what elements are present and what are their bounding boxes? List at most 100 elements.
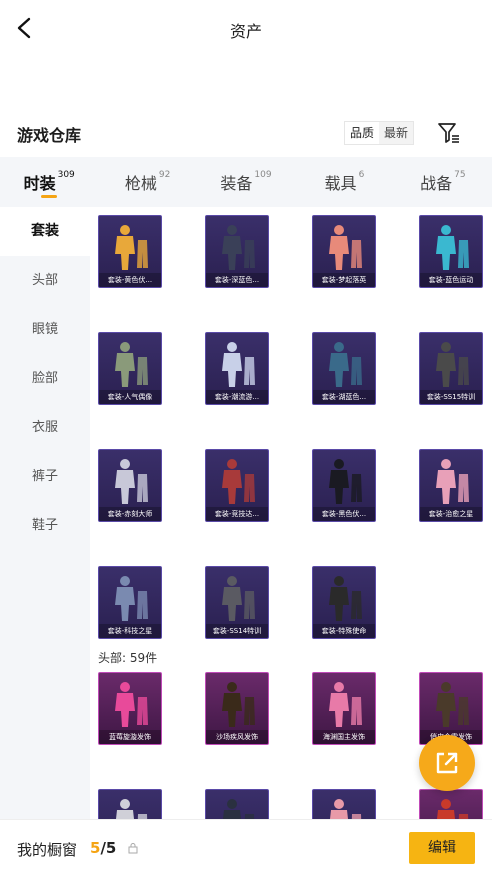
- showcase-count: 5/5: [90, 839, 116, 857]
- tab-vehicles[interactable]: 载具 6: [295, 157, 393, 207]
- item-label: 套装-潮流游...: [206, 390, 268, 404]
- item-label: 海渊国主发饰: [313, 730, 375, 744]
- item-image: [115, 342, 148, 387]
- sort-by-quality[interactable]: 品质: [345, 122, 380, 144]
- showcase-used: 5: [90, 839, 101, 857]
- item-image: [222, 459, 255, 504]
- tab-count: 309: [57, 170, 75, 180]
- tab-label: 装备: [220, 174, 253, 193]
- sidebar: 套装 头部 眼镜 脸部 衣服 裤子 鞋子: [0, 207, 90, 819]
- suit-item[interactable]: 套装-深蓝色...: [205, 215, 269, 288]
- suit-item[interactable]: 套装-赤刻大师: [98, 449, 162, 522]
- tab-fashion[interactable]: 时装 309: [0, 157, 98, 207]
- head-item[interactable]: [205, 789, 269, 819]
- suit-item[interactable]: 套装-科技之星: [98, 566, 162, 639]
- suit-item[interactable]: 套装-治愈之星: [419, 449, 483, 522]
- suit-item[interactable]: 套装-SS14特训: [205, 566, 269, 639]
- sidebar-item-shoes[interactable]: 鞋子: [0, 501, 90, 550]
- item-label: 套装-梦起落英: [313, 273, 375, 287]
- item-image: [222, 342, 255, 387]
- sidebar-item-pants[interactable]: 裤子: [0, 452, 90, 501]
- warehouse-title: 游戏仓库: [17, 126, 82, 145]
- suit-item[interactable]: 套装-人气偶像: [98, 332, 162, 405]
- item-label: 套装-SS15特训: [420, 390, 482, 404]
- item-image: [222, 682, 255, 727]
- tab-count: 6: [358, 170, 365, 180]
- page-title: 资产: [229, 22, 262, 41]
- item-image: [329, 682, 362, 727]
- item-image: [223, 799, 255, 819]
- item-label: 套装-赤刻大师: [99, 507, 161, 521]
- item-image: [329, 459, 362, 504]
- tab-count: 75: [454, 170, 466, 180]
- item-image: [115, 225, 148, 270]
- tab-count: 92: [158, 170, 171, 180]
- head-item[interactable]: 海渊国主发饰: [312, 672, 376, 745]
- item-image: [115, 682, 148, 727]
- item-label: 套装-特殊使命: [313, 624, 375, 638]
- tab-label: 战备: [420, 174, 453, 193]
- item-label: 套装-治愈之星: [420, 507, 482, 521]
- share-icon: [436, 752, 458, 774]
- head-item[interactable]: [312, 789, 376, 819]
- item-image: [329, 576, 362, 621]
- item-grid[interactable]: 头部: 59件 套装-黄色伏... 套装-深蓝色... 套装-梦起落英 套装-蓝色运动…: [90, 207, 492, 819]
- tab-label: 载具: [324, 174, 357, 193]
- item-image: [436, 459, 469, 504]
- tab-guns[interactable]: 枪械 92: [98, 157, 196, 207]
- sort-by-newest[interactable]: 最新: [379, 122, 413, 144]
- sidebar-item-head[interactable]: 头部: [0, 256, 90, 305]
- suit-item[interactable]: 套装-潮流游...: [205, 332, 269, 405]
- tab-label: 时装: [23, 174, 56, 193]
- filter-button[interactable]: [436, 120, 462, 146]
- item-image: [329, 225, 362, 270]
- tab-count: 109: [254, 170, 272, 180]
- tab-label: 枪械: [124, 174, 157, 193]
- item-image: [115, 459, 148, 504]
- item-label: 套装-SS14特训: [206, 624, 268, 638]
- suit-item[interactable]: 套装-梦起落英: [312, 215, 376, 288]
- suit-item[interactable]: 套装-黄色伏...: [98, 215, 162, 288]
- item-image: [116, 799, 148, 819]
- sort-toggle[interactable]: 品质 最新: [344, 121, 415, 145]
- sidebar-item-glasses[interactable]: 眼镜: [0, 305, 90, 354]
- item-image: [436, 682, 469, 727]
- showcase-bar: 我的橱窗 5/5 编辑: [0, 819, 492, 876]
- sidebar-item-face[interactable]: 脸部: [0, 354, 90, 403]
- suit-item[interactable]: 套装-湖蓝色...: [312, 332, 376, 405]
- item-label: 套装-竞技达...: [206, 507, 268, 521]
- share-button[interactable]: [419, 735, 475, 791]
- item-image: [222, 576, 255, 621]
- active-tab-indicator: [41, 195, 58, 198]
- item-image: [437, 799, 469, 819]
- head-item[interactable]: [98, 789, 162, 819]
- item-image: [330, 799, 362, 819]
- head-item[interactable]: 沙场疾风发饰: [205, 672, 269, 745]
- item-label: 沙场疾风发饰: [206, 730, 268, 744]
- sidebar-item-suits[interactable]: 套装: [0, 207, 90, 256]
- suit-item[interactable]: 套装-蓝色运动: [419, 215, 483, 288]
- item-image: [436, 342, 469, 387]
- suit-item[interactable]: 套装-特殊使命: [312, 566, 376, 639]
- category-tabs: 时装 309 枪械 92 装备 109 载具 6 战备 75: [0, 157, 492, 207]
- item-label: 套装-人气偶像: [99, 390, 161, 404]
- tab-equipment[interactable]: 装备 109: [197, 157, 295, 207]
- item-label: 套装-黑色伏...: [313, 507, 375, 521]
- sidebar-item-clothes[interactable]: 衣服: [0, 403, 90, 452]
- item-label: 套装-湖蓝色...: [313, 390, 375, 404]
- item-label: 蓝莓旋漩发饰: [99, 730, 161, 744]
- head-item[interactable]: [419, 789, 483, 819]
- item-label: 套装-深蓝色...: [206, 273, 268, 287]
- filter-icon: [438, 123, 459, 143]
- suit-item[interactable]: 套装-黑色伏...: [312, 449, 376, 522]
- tab-gear[interactable]: 战备 75: [394, 157, 492, 207]
- item-label: 套装-蓝色运动: [420, 273, 482, 287]
- suit-item[interactable]: 套装-竞技达...: [205, 449, 269, 522]
- showcase-label: 我的橱窗: [17, 841, 78, 859]
- edit-button[interactable]: 编辑: [409, 832, 475, 864]
- showcase-total: /5: [100, 839, 117, 857]
- head-section-count: 头部: 59件: [98, 651, 158, 665]
- head-item[interactable]: 蓝莓旋漩发饰: [98, 672, 162, 745]
- suit-item[interactable]: 套装-SS15特训: [419, 332, 483, 405]
- item-image: [222, 225, 255, 270]
